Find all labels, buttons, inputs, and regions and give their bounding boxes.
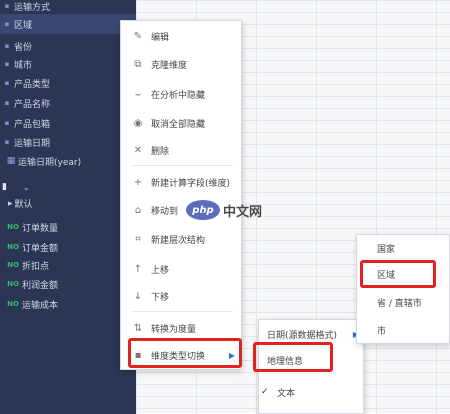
calendar-icon: ▦ xyxy=(6,156,16,166)
submenu-item-text[interactable]: ✓ 文本 xyxy=(259,381,363,403)
measure-item[interactable]: NO 订单金额 xyxy=(0,237,136,257)
close-icon: ✕ xyxy=(133,144,143,156)
chevron-down-icon[interactable]: ⌄ xyxy=(23,183,30,192)
geo-item-province[interactable]: 省 / 直辖市 xyxy=(357,291,449,313)
highlight-region xyxy=(360,260,436,288)
field-item-selected[interactable]: ▪ 区域 xyxy=(0,14,136,34)
move-icon: ⌂ xyxy=(134,204,142,216)
measure-section-header[interactable]: ▮ ⌄ xyxy=(0,178,136,196)
measure-tag-icon: NO xyxy=(7,300,19,308)
section-icon: ▮ xyxy=(2,182,7,192)
group-item[interactable]: ▸ 默认 xyxy=(8,197,33,211)
geo-submenu: 国家 区域 省 / 直辖市 市 xyxy=(356,234,450,344)
menu-item-hide[interactable]: ⌣ 在分析中隐藏 xyxy=(121,83,241,105)
menu-item-delete[interactable]: ✕ 删除 xyxy=(121,139,241,161)
measure-item[interactable]: NO 运输成本 xyxy=(0,294,136,314)
menu-item-unhide-all[interactable]: ◉ 取消全部隐藏 xyxy=(121,112,241,134)
abc-icon: ▪ xyxy=(4,2,10,10)
pencil-icon: ✎ xyxy=(133,30,143,42)
measure-tag-icon: NO xyxy=(7,261,19,269)
watermark-logo: php 中文网 xyxy=(186,200,262,220)
field-item[interactable]: ▦ 运输日期(year) xyxy=(0,151,136,171)
hierarchy-icon: ⌗ xyxy=(135,233,141,245)
menu-separator xyxy=(131,165,233,166)
measure-item[interactable]: NO 订单数量 xyxy=(0,217,136,237)
menu-separator xyxy=(131,311,233,312)
abc-icon: ▪ xyxy=(4,42,10,50)
arrow-up-icon: ↑ xyxy=(133,263,143,275)
field-panel: ▪ 运输方式 ▪ 区域 ▪ 省份 ▪ 城市 ▪ 产品类型 ▪ 产品名称 ▪ 产品包箱 ▪ 运输日… xyxy=(0,0,136,414)
measure-tag-icon: NO xyxy=(7,280,19,288)
clone-icon: ⧉ xyxy=(134,58,142,70)
geo-item-city[interactable]: 市 xyxy=(357,319,449,341)
php-logo: php xyxy=(186,200,220,220)
measure-item[interactable]: NO 利润金额 xyxy=(0,274,136,294)
menu-item-new-calc-field[interactable]: + 新建计算字段(维度) xyxy=(121,171,241,193)
abc-icon: ▪ xyxy=(4,119,10,127)
highlight-geo-info xyxy=(253,342,333,372)
menu-item-clone[interactable]: ⧉ 克隆维度 xyxy=(121,53,241,75)
folder-icon: ▸ xyxy=(8,198,13,209)
measure-item[interactable]: NO 折扣点 xyxy=(0,255,136,275)
abc-icon: ▪ xyxy=(4,20,10,28)
field-item[interactable]: ▪ 运输日期 xyxy=(0,132,136,152)
watermark-text: 中文网 xyxy=(223,204,263,220)
group-label: 默认 xyxy=(14,200,33,210)
arrow-down-icon: ↓ xyxy=(133,290,143,302)
measure-tag-icon: NO xyxy=(7,243,19,251)
menu-item-edit[interactable]: ✎ 编辑 xyxy=(121,25,241,47)
abc-icon: ▪ xyxy=(4,99,10,107)
check-icon: ✓ xyxy=(261,387,269,397)
menu-item-move-up[interactable]: ↑ 上移 xyxy=(121,258,241,280)
eye-hide-icon: ⌣ xyxy=(134,88,142,100)
menu-item-new-hierarchy[interactable]: ⌗ 新建层次结构 xyxy=(121,228,241,250)
field-item[interactable]: ▪ 产品包箱 xyxy=(0,113,136,133)
menu-item-convert-measure[interactable]: ⇅ 转换为度量 xyxy=(121,317,241,339)
eye-icon: ◉ xyxy=(133,117,143,129)
geo-item-country[interactable]: 国家 xyxy=(357,237,449,259)
highlight-dimension-switch xyxy=(128,338,242,368)
field-item[interactable]: ▪ 城市 xyxy=(0,54,136,74)
menu-item-move-down[interactable]: ↓ 下移 xyxy=(121,285,241,307)
field-item[interactable]: ▪ 产品名称 xyxy=(0,93,136,113)
measure-tag-icon: NO xyxy=(7,223,19,231)
field-item[interactable]: ▪ 产品类型 xyxy=(0,73,136,93)
plus-icon: + xyxy=(133,176,143,188)
abc-icon: ▪ xyxy=(4,60,10,68)
abc-icon: ▪ xyxy=(4,138,10,146)
abc-icon: ▪ xyxy=(4,79,10,87)
context-menu: ✎ 编辑 ⧉ 克隆维度 ⌣ 在分析中隐藏 ◉ 取消全部隐藏 ✕ 删除 + 新建计算字段(维度… xyxy=(120,20,242,370)
field-item[interactable]: ▪ 省份 xyxy=(0,36,136,56)
convert-icon: ⇅ xyxy=(133,322,143,334)
